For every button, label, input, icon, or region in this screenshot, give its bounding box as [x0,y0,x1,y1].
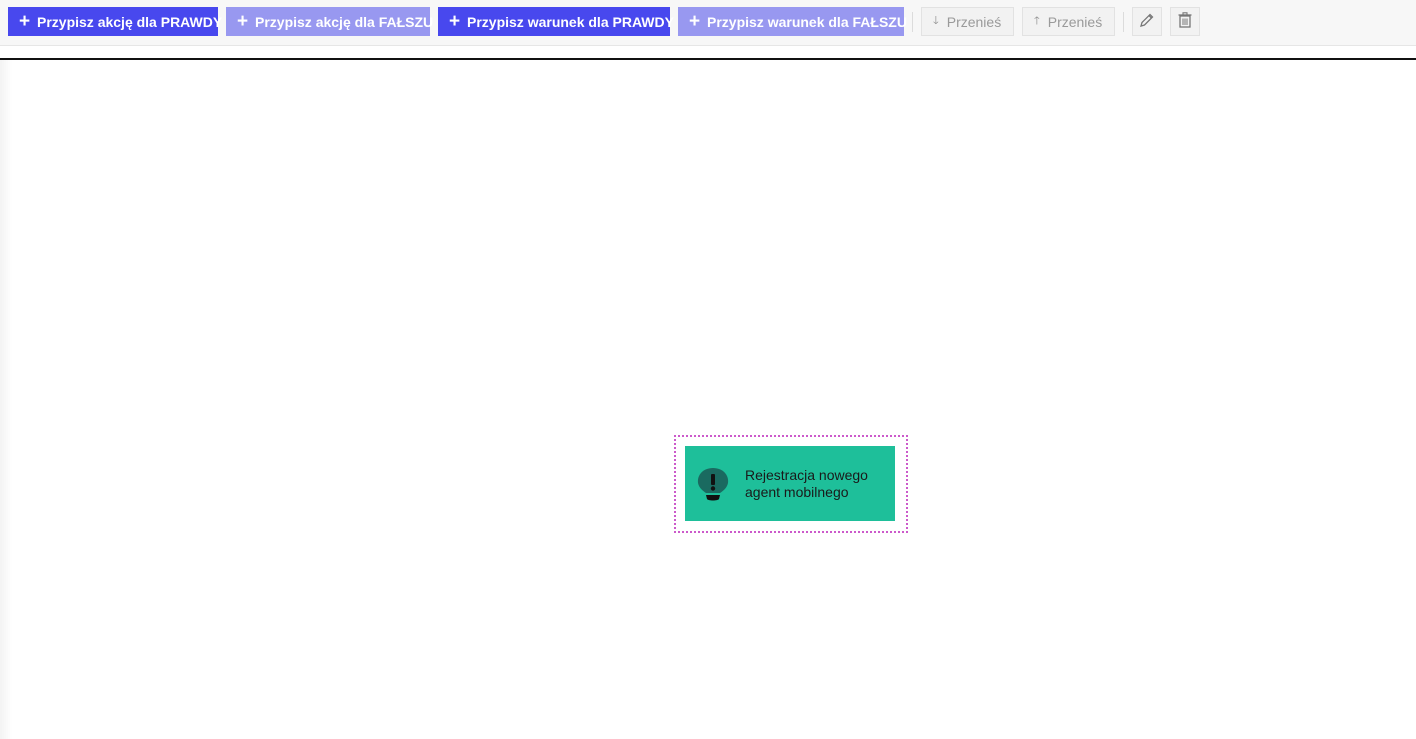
flow-node-label: Rejestracja nowego agent mobilnego [745,467,885,501]
plus-icon: + [237,11,249,32]
assign-action-false-label: Przypisz akcję dla FAŁSZU [255,13,434,30]
assign-condition-false-label: Przypisz warunek dla FAŁSZU [707,13,907,30]
pencil-icon [1139,12,1155,31]
flow-canvas[interactable]: Rejestracja nowego agent mobilnego [0,58,1416,739]
edit-button[interactable] [1132,7,1162,36]
flow-node[interactable]: Rejestracja nowego agent mobilnego [685,446,895,521]
plus-icon: + [689,11,701,32]
flow-node-label-line2: agent mobilnego [745,483,849,500]
assign-action-true-label: Przypisz akcję dla PRAWDY [37,13,223,30]
alert-bulb-icon [696,466,730,502]
toolbar-separator [1123,12,1124,32]
move-up-button[interactable]: 🡑 Przenieś [1022,7,1115,36]
selected-node-outline: Rejestracja nowego agent mobilnego [674,435,908,533]
assign-condition-true-button[interactable]: + Przypisz warunek dla PRAWDY [438,7,674,36]
flow-node-label-line1: Rejestracja nowego [745,466,868,483]
assign-condition-true-label: Przypisz warunek dla PRAWDY [467,13,674,30]
arrow-down-icon: 🡓 [933,15,939,27]
assign-action-true-button[interactable]: + Przypisz akcję dla PRAWDY [8,7,222,36]
assign-action-false-button[interactable]: + Przypisz akcję dla FAŁSZU [226,7,434,36]
toolbar-separator [912,12,913,32]
move-down-button[interactable]: 🡓 Przenieś [921,7,1014,36]
plus-icon: + [449,11,461,32]
move-down-label: Przenieś [946,13,1002,30]
delete-button[interactable] [1170,7,1200,36]
arrow-up-icon: 🡑 [1034,15,1040,27]
canvas-edge-shadow [0,60,12,739]
plus-icon: + [19,11,31,32]
assign-condition-false-button[interactable]: + Przypisz warunek dla FAŁSZU [678,7,907,36]
trash-icon [1178,12,1192,31]
toolbar: + Przypisz akcję dla PRAWDY + Przypisz a… [0,0,1416,46]
move-up-label: Przenieś [1047,13,1103,30]
